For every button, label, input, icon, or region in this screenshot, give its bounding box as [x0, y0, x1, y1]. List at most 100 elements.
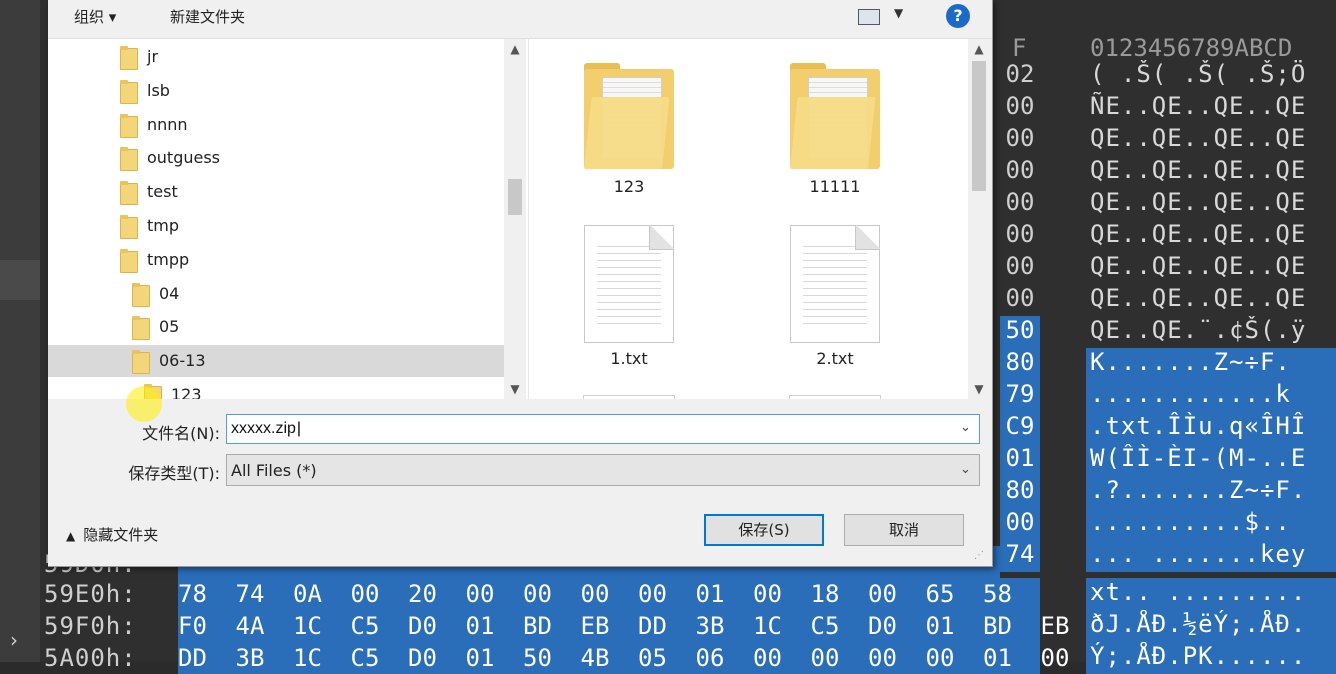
resize-grip-icon[interactable]: ⋰	[974, 550, 984, 561]
hex-bytes-selected[interactable]: 78 74 0A 00 20 00 00 00 00 01 00 18 00 65 58	[178, 578, 1040, 610]
scroll-down-icon[interactable]: ▼	[968, 379, 990, 399]
hex-byte-cell[interactable]: C9	[1000, 412, 1040, 444]
ascii-cell[interactable]: W(ÎÌ-ÈI-(M-..E	[1086, 444, 1336, 476]
tree-item-lsb[interactable]: lsb	[48, 75, 504, 107]
help-icon[interactable]: ?	[946, 4, 970, 28]
hex-byte[interactable]: 4A	[236, 612, 265, 640]
hex-byte[interactable]: 74	[236, 580, 265, 608]
file-list[interactable]: 123 11111 1.txt 2.txt	[528, 39, 969, 399]
hex-byte[interactable]: 3B	[696, 612, 725, 640]
hex-byte[interactable]: 20	[408, 580, 437, 608]
hex-byte[interactable]: 00	[638, 580, 667, 608]
hex-byte[interactable]: 01	[466, 612, 495, 640]
file-scroll-thumb[interactable]	[972, 61, 986, 191]
ascii-cell[interactable]: QE..QE..QE..QE	[1086, 220, 1336, 252]
tree-scrollbar[interactable]: ▲ ▼	[504, 39, 526, 399]
chevron-right-icon[interactable]: ›	[10, 628, 18, 652]
hex-byte[interactable]: 58	[983, 580, 1012, 608]
hex-byte[interactable]: 50	[523, 644, 552, 672]
hex-byte[interactable]: DD	[638, 612, 667, 640]
save-button[interactable]: 保存(S)	[704, 514, 824, 546]
hex-byte-cell[interactable]: 00	[1000, 188, 1040, 220]
hex-byte[interactable]: D0	[868, 612, 897, 640]
new-folder-button[interactable]: 新建文件夹	[170, 6, 245, 27]
hex-byte[interactable]: 05	[638, 644, 667, 672]
ascii-cell[interactable]: xt.. .........	[1086, 578, 1336, 610]
hex-row[interactable]: 5A00h: DD 3B 1C C5 D0 01 50 4B 05 06 00 00 00 00 01 00 Ý;…	[40, 642, 1336, 674]
file-item-2.txt[interactable]: 2.txt	[765, 225, 905, 368]
hex-byte[interactable]: 00	[926, 644, 955, 672]
scroll-up-icon[interactable]: ▲	[504, 39, 526, 59]
tree-item-nnnn[interactable]: nnnn	[48, 109, 504, 141]
tree-item-04[interactable]: 04	[48, 278, 504, 310]
ascii-cell[interactable]: .txt.ÎÌu.q«ÎHÎ	[1086, 412, 1336, 444]
hex-byte[interactable]: 78	[178, 580, 207, 608]
hex-byte[interactable]: 00	[523, 580, 552, 608]
hex-bytes-selected[interactable]: DD 3B 1C C5 D0 01 50 4B 05 06 00 00 00 00 01 00	[178, 642, 1069, 674]
ascii-cell[interactable]: K.......Z~÷F.	[1086, 348, 1336, 380]
hex-byte[interactable]: DD	[178, 644, 207, 672]
hex-byte[interactable]: D0	[408, 612, 437, 640]
hex-byte[interactable]: 00	[753, 644, 782, 672]
ascii-cell[interactable]: QE..QE..QE..QE	[1086, 252, 1336, 284]
cancel-button[interactable]: 取消	[844, 514, 964, 546]
hex-byte[interactable]: 00	[868, 580, 897, 608]
hex-byte[interactable]: F0	[178, 612, 207, 640]
hex-byte[interactable]: EB	[1041, 612, 1070, 640]
hex-byte[interactable]: 1C	[293, 612, 322, 640]
hex-byte-cell[interactable]: 80	[1000, 348, 1040, 380]
file-item-partial[interactable]	[583, 395, 675, 399]
hex-byte[interactable]: 00	[351, 580, 380, 608]
hex-byte-cell[interactable]: 00	[1000, 220, 1040, 252]
file-item-123[interactable]: 123	[559, 63, 699, 196]
hex-byte[interactable]: D0	[408, 644, 437, 672]
hex-row[interactable]: 59E0h: 78 74 0A 00 20 00 00 00 00 01 00 18 00 65 58 xt..…	[40, 578, 1336, 610]
hex-byte[interactable]: 01	[983, 644, 1012, 672]
chevron-down-icon[interactable]: ▼	[894, 6, 903, 20]
hex-byte[interactable]: 18	[811, 580, 840, 608]
ascii-cell[interactable]: ..........$..	[1086, 508, 1336, 540]
hex-byte[interactable]: 00	[581, 580, 610, 608]
hex-byte[interactable]: C5	[811, 612, 840, 640]
tree-item-123[interactable]: 123	[48, 379, 504, 399]
ascii-cell[interactable]: QE..QE..QE..QE	[1086, 156, 1336, 188]
hex-byte[interactable]: 01	[696, 580, 725, 608]
hex-byte-cell[interactable]: 00	[1000, 124, 1040, 156]
tree-item-tmp[interactable]: tmp	[48, 210, 504, 242]
hex-row[interactable]: 59F0h: F0 4A 1C C5 D0 01 BD EB DD 3B 1C C5 D0 01 BD EB ðJ…	[40, 610, 1336, 642]
hex-byte[interactable]: 65	[926, 580, 955, 608]
hex-byte[interactable]: 00	[466, 580, 495, 608]
hex-byte[interactable]: 00	[753, 580, 782, 608]
file-item-partial[interactable]	[789, 395, 881, 399]
hex-byte[interactable]: 06	[696, 644, 725, 672]
hex-byte-cell[interactable]: 02	[1000, 60, 1040, 92]
hex-byte[interactable]: BD	[523, 612, 552, 640]
chevron-down-icon[interactable]: ⌄	[960, 420, 971, 435]
file-item-11111[interactable]: 11111	[765, 63, 905, 196]
hex-byte[interactable]: 00	[811, 644, 840, 672]
hex-byte-cell[interactable]: 00	[1000, 252, 1040, 284]
ascii-cell[interactable]: ðJ.ÅÐ.½ëÝ;.ÅÐ.	[1086, 610, 1336, 642]
hex-byte-cell[interactable]: 00	[1000, 92, 1040, 124]
hide-folders-toggle[interactable]: ▲ 隐藏文件夹	[66, 524, 158, 545]
hex-byte[interactable]: 1C	[293, 644, 322, 672]
filename-input[interactable]: xxxxx.zip|	[226, 414, 980, 444]
ascii-cell[interactable]: ( .Š( .Š( .Š;Ö	[1086, 60, 1336, 92]
tree-item-tmpp[interactable]: tmpp	[48, 244, 504, 276]
ascii-cell[interactable]: ............k	[1086, 380, 1336, 412]
hex-byte-cell[interactable]: 00	[1000, 284, 1040, 316]
scroll-down-icon[interactable]: ▼	[504, 379, 526, 399]
tree-item-test[interactable]: test	[48, 176, 504, 208]
filetype-select[interactable]: All Files (*)	[226, 454, 980, 486]
tree-item-jr[interactable]: jr	[48, 41, 504, 73]
file-scrollbar[interactable]: ▲ ▼	[968, 39, 990, 399]
hex-byte[interactable]: BD	[983, 612, 1012, 640]
hex-byte[interactable]: 00	[868, 644, 897, 672]
ascii-cell[interactable]: QE..QE..QE..QE	[1086, 124, 1336, 156]
organize-button[interactable]: 组织 ▾	[74, 6, 116, 27]
tree-item-outguess[interactable]: outguess	[48, 142, 504, 174]
hex-bytes-selected[interactable]: F0 4A 1C C5 D0 01 BD EB DD 3B 1C C5 D0 01 BD EB	[178, 610, 1069, 642]
hex-byte[interactable]: 01	[466, 644, 495, 672]
hex-byte[interactable]: C5	[351, 644, 380, 672]
file-item-1.txt[interactable]: 1.txt	[559, 225, 699, 368]
